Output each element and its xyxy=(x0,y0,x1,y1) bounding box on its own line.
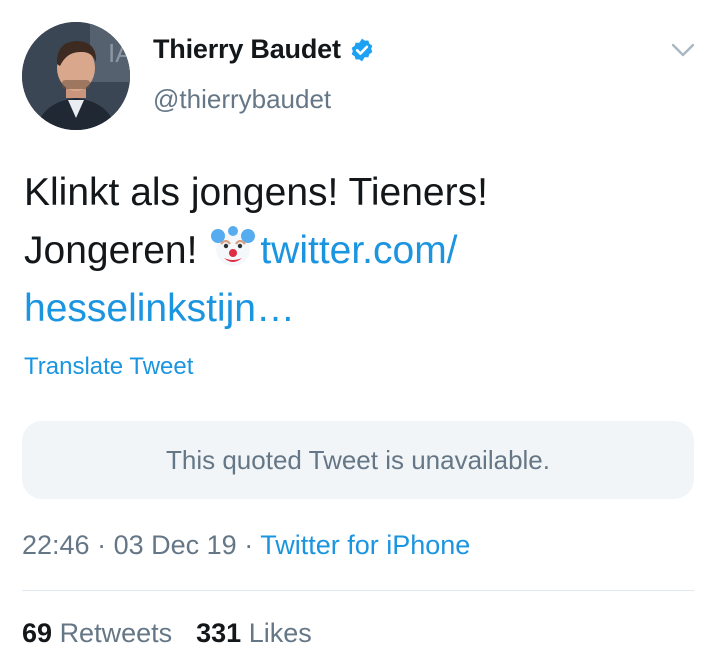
translate-tweet-link[interactable]: Translate Tweet xyxy=(24,353,193,381)
svg-text:IA: IA xyxy=(108,38,130,68)
author-handle[interactable]: @thierrybaudet xyxy=(153,84,331,115)
likes-label: Likes xyxy=(248,618,312,648)
verified-badge-icon xyxy=(351,38,373,61)
tweet-date[interactable]: 03 Dec 19 xyxy=(114,530,237,560)
meta-separator: · xyxy=(244,530,254,560)
retweets-label: Retweets xyxy=(59,618,173,648)
quoted-tweet-message: This quoted Tweet is unavailable. xyxy=(166,444,550,475)
tweet-time[interactable]: 22:46 xyxy=(22,530,90,560)
chevron-down-icon[interactable] xyxy=(668,38,698,62)
clown-face-icon xyxy=(211,226,256,266)
avatar[interactable]: IA xyxy=(22,22,130,130)
tweet-text-line2: Jongeren! xyxy=(24,229,198,272)
tweet-text: Klinkt als jongens! Tieners! Jongeren! t… xyxy=(24,164,684,338)
quoted-tweet-unavailable: This quoted Tweet is unavailable. xyxy=(22,421,694,499)
retweets-stat[interactable]: 69 Retweets xyxy=(22,618,172,648)
author-display-name[interactable]: Thierry Baudet xyxy=(153,34,341,65)
tweet-stats: 69 Retweets 331 Likes xyxy=(22,618,312,649)
author-name-row[interactable]: Thierry Baudet xyxy=(153,34,375,65)
meta-separator: · xyxy=(97,530,107,560)
tweet-meta: 22:46 · 03 Dec 19 · Twitter for iPhone xyxy=(22,530,470,561)
tweet-link-part2[interactable]: hesselinkstijn… xyxy=(24,287,295,330)
likes-stat[interactable]: 331 Likes xyxy=(196,618,312,648)
profile-photo-icon: IA xyxy=(22,22,130,130)
divider xyxy=(22,590,694,591)
tweet-link-part1[interactable]: twitter.com/ xyxy=(260,229,457,272)
likes-count: 331 xyxy=(196,618,242,648)
retweets-count: 69 xyxy=(22,618,53,648)
tweet-text-line1: Klinkt als jongens! Tieners! xyxy=(24,171,488,214)
tweet-source-link[interactable]: Twitter for iPhone xyxy=(260,530,470,560)
